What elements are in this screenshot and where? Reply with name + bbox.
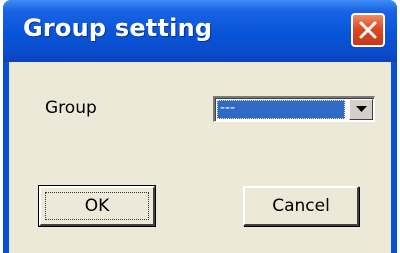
- group-dropdown-button[interactable]: [349, 99, 373, 120]
- cancel-button[interactable]: Cancel: [243, 186, 359, 226]
- group-label: Group: [45, 98, 97, 118]
- cancel-button-label: Cancel: [272, 196, 330, 216]
- dialog-title: Group setting: [23, 14, 213, 42]
- ok-button[interactable]: OK: [38, 185, 156, 227]
- dialog-body: Group --- OK Cancel: [9, 62, 391, 253]
- group-setting-dialog: Group setting Group --- OK Cancel: [3, 0, 397, 253]
- focus-rectangle: [45, 192, 149, 220]
- close-icon: [359, 21, 377, 39]
- chevron-down-icon: [356, 106, 367, 112]
- group-dropdown[interactable]: ---: [213, 96, 375, 122]
- title-bar[interactable]: Group setting: [3, 0, 397, 62]
- close-button[interactable]: [351, 13, 385, 47]
- group-dropdown-value[interactable]: ---: [217, 100, 345, 119]
